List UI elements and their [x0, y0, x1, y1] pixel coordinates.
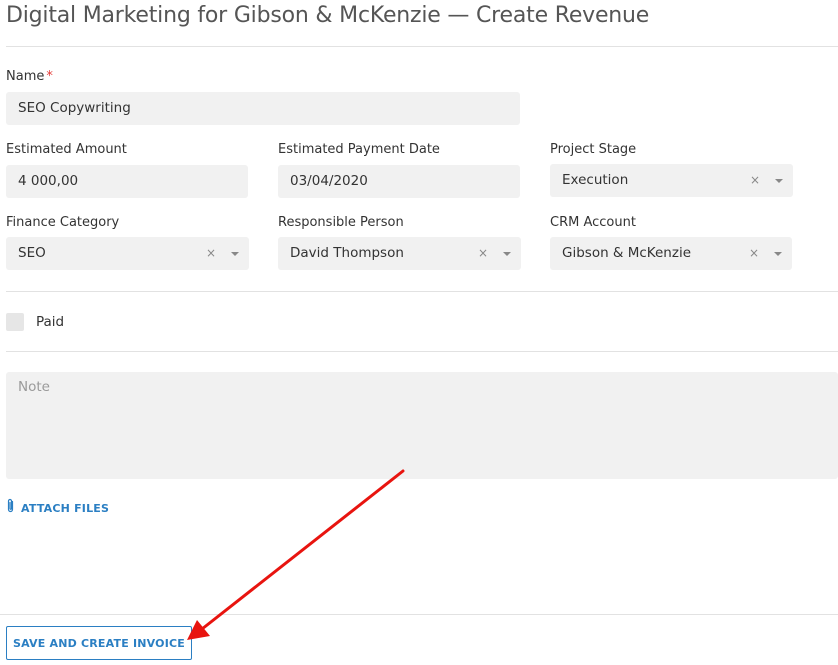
project-stage-clear-icon[interactable]: × [750, 164, 760, 197]
crm-account-select[interactable]: Gibson & McKenzie × [550, 237, 792, 270]
responsible-person-select[interactable]: David Thompson × [278, 237, 521, 270]
estimated-amount-input[interactable] [18, 165, 236, 198]
required-marker: * [46, 69, 53, 84]
finance-category-select[interactable]: SEO × [6, 237, 249, 270]
note-textarea[interactable] [18, 379, 826, 472]
estimated-payment-date-field[interactable] [278, 165, 520, 198]
paperclip-icon [6, 498, 15, 518]
attach-files-link[interactable]: ATTACH FILES [6, 498, 110, 518]
responsible-person-label: Responsible Person [278, 215, 404, 230]
crm-account-chevron-down-icon[interactable] [774, 252, 782, 256]
note-field[interactable] [6, 372, 838, 479]
project-stage-value: Execution [562, 172, 629, 188]
finance-category-label: Finance Category [6, 215, 120, 230]
responsible-person-value: David Thompson [290, 245, 404, 261]
responsible-person-chevron-down-icon[interactable] [503, 252, 511, 256]
name-label: Name * [6, 69, 53, 84]
section-divider [6, 291, 838, 292]
crm-account-value: Gibson & McKenzie [562, 245, 691, 261]
name-field[interactable] [6, 92, 520, 125]
name-input[interactable] [18, 92, 508, 125]
paid-checkbox[interactable] [6, 313, 24, 331]
project-stage-label: Project Stage [550, 142, 637, 157]
page-title: Digital Marketing for Gibson & McKenzie … [6, 3, 650, 28]
paid-label: Paid [36, 314, 65, 330]
estimated-amount-label: Estimated Amount [6, 142, 127, 157]
footer-divider [0, 614, 838, 615]
project-stage-select[interactable]: Execution × [550, 164, 793, 197]
attach-files-label: ATTACH FILES [21, 501, 110, 515]
responsible-person-clear-icon[interactable]: × [478, 237, 488, 270]
finance-category-clear-icon[interactable]: × [206, 237, 216, 270]
finance-category-chevron-down-icon[interactable] [231, 252, 239, 256]
estimated-amount-field[interactable] [6, 165, 248, 198]
title-divider [6, 46, 838, 47]
project-stage-chevron-down-icon[interactable] [775, 179, 783, 183]
finance-category-value: SEO [18, 245, 46, 261]
section-divider [6, 351, 838, 352]
crm-account-label: CRM Account [550, 215, 636, 230]
crm-account-clear-icon[interactable]: × [749, 237, 759, 270]
estimated-payment-date-input[interactable] [290, 165, 508, 198]
save-and-create-invoice-button[interactable]: SAVE AND CREATE INVOICE [6, 626, 192, 660]
estimated-payment-date-label: Estimated Payment Date [278, 142, 440, 157]
